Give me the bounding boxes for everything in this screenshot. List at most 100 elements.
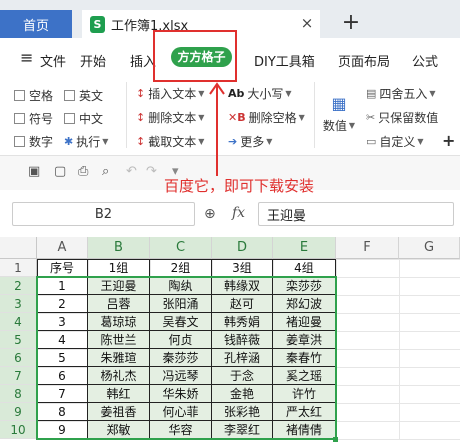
tab-home[interactable]: 首页 [0, 10, 72, 38]
row-header-10[interactable]: 10 [0, 421, 37, 439]
delete-space-icon: ✕B [228, 111, 246, 124]
fx-icon[interactable]: fx [232, 205, 245, 221]
checkbox-icon [64, 113, 75, 124]
execute-label: 执行 [76, 135, 101, 149]
checkbox-icon [14, 113, 25, 124]
formula-input[interactable]: 王迎曼 [258, 202, 454, 226]
checkbox-space[interactable]: 空格 [14, 87, 53, 104]
chevron-down-icon: ▼ [285, 89, 292, 98]
row-header-1[interactable]: 1 [0, 259, 37, 277]
spreadsheet-icon: S [90, 15, 105, 33]
column-header-e[interactable]: E [273, 237, 336, 259]
arrow-right-icon: ➔ [228, 135, 238, 148]
column-header-b[interactable]: B [88, 237, 150, 259]
more-button[interactable]: ➔ 更多 ▼ [228, 133, 272, 150]
checkbox-space-label: 空格 [29, 89, 54, 103]
checkbox-icon [14, 136, 25, 147]
case-button[interactable]: Ab 大小写 ▼ [228, 85, 292, 102]
new-tab-button[interactable]: + [340, 12, 362, 36]
chevron-down-icon: ▼ [198, 137, 205, 146]
divider [314, 82, 315, 148]
checkbox-symbol[interactable]: 符号 [14, 110, 53, 127]
row-header-4[interactable]: 4 [0, 313, 37, 331]
round-label: 四舍五入 [379, 87, 428, 101]
row-header-5[interactable]: 5 [0, 331, 37, 349]
round-button[interactable]: ▤ 四舍五入 ▼ [366, 85, 436, 102]
selection-border [36, 276, 337, 440]
chevron-down-icon: ▼ [348, 121, 356, 130]
checkbox-chinese[interactable]: 中文 [64, 110, 103, 127]
menu-formula[interactable]: 公式 [412, 51, 438, 70]
column-header-a[interactable]: A [37, 237, 88, 259]
gridline [399, 259, 400, 439]
close-icon[interactable]: × [298, 14, 316, 32]
formula-bar: B2 ⊕ fx 王迎曼 [0, 196, 460, 232]
save-icon[interactable]: ▣ [28, 164, 40, 179]
keep-value-button[interactable]: ✂ 只保留数值 [366, 109, 438, 126]
chevron-down-icon: ▼ [198, 113, 205, 122]
undo-icon[interactable]: ↶ [126, 164, 137, 179]
hamburger-icon[interactable]: ≡ [20, 48, 33, 67]
row-header-8[interactable]: 8 [0, 385, 37, 403]
checkbox-chinese-label: 中文 [79, 112, 104, 126]
numeric-button[interactable]: ▦ 数值 ▼ [322, 84, 356, 144]
delete-text-label: 删除文本 [148, 111, 197, 125]
name-box[interactable]: B2 [12, 202, 195, 226]
table-header-cell[interactable]: 3组 [212, 259, 273, 277]
delete-space-button[interactable]: ✕B 删除空格 ▼ [228, 109, 305, 126]
menu-page-layout[interactable]: 页面布局 [338, 51, 390, 70]
column-header-f[interactable]: F [336, 237, 399, 259]
zoom-icon[interactable]: ⊕ [204, 206, 216, 222]
annotation-text: 百度它，即可下载安装 [164, 177, 315, 195]
menu-diy-toolbox[interactable]: DIY工具箱 [254, 51, 315, 70]
highlight-box [153, 30, 237, 82]
checkbox-icon [14, 90, 25, 101]
table-header-cell[interactable]: 4组 [273, 259, 336, 277]
column-header-c[interactable]: C [150, 237, 212, 259]
column-header-g[interactable]: G [399, 237, 460, 259]
print-preview-icon[interactable]: ⌕ [102, 164, 109, 179]
extract-text-icon: ↕ [136, 135, 146, 148]
checkbox-english[interactable]: 英文 [64, 87, 103, 104]
add-icon[interactable]: + [442, 131, 455, 150]
column-header-d[interactable]: D [212, 237, 273, 259]
table-header-cell[interactable]: 序号 [37, 259, 88, 277]
print-icon[interactable]: ⎙ [78, 164, 88, 179]
insert-text-label: 插入文本 [148, 87, 197, 101]
chevron-down-icon: ▼ [429, 89, 436, 98]
keep-value-icon: ✂ [366, 111, 376, 124]
table-header-cell[interactable]: 1组 [88, 259, 150, 277]
menu-start[interactable]: 开始 [80, 51, 106, 70]
open-icon[interactable]: ▢ [54, 164, 66, 179]
custom-label: 自定义 [379, 135, 416, 149]
checkbox-number[interactable]: 数字 [14, 133, 53, 150]
row-header-9[interactable]: 9 [0, 403, 37, 421]
checkbox-symbol-label: 符号 [29, 112, 54, 126]
select-all-corner[interactable] [0, 237, 37, 259]
fill-handle[interactable] [333, 437, 338, 442]
redo-icon[interactable]: ↷ [146, 164, 157, 179]
chevron-down-icon: ▼ [198, 89, 205, 98]
numeric-icon: ▦ [331, 94, 347, 113]
extract-text-button[interactable]: ↕ 截取文本 ▼ [136, 133, 204, 150]
row-header-6[interactable]: 6 [0, 349, 37, 367]
chevron-down-icon: ▼ [298, 113, 305, 122]
row-header-2[interactable]: 2 [0, 277, 37, 295]
chevron-down-icon: ▼ [102, 137, 109, 146]
execute-icon: ✱ [64, 135, 74, 148]
insert-text-button[interactable]: ↕ 插入文本 ▼ [136, 85, 204, 102]
checkbox-icon [64, 90, 75, 101]
table-header-cell[interactable]: 2组 [150, 259, 212, 277]
custom-button[interactable]: ▭ 自定义 ▼ [366, 133, 424, 150]
insert-text-icon: ↕ [136, 87, 146, 100]
round-icon: ▤ [366, 87, 377, 100]
case-icon: Ab [228, 87, 245, 100]
delete-text-button[interactable]: ↕ 删除文本 ▼ [136, 109, 204, 126]
execute-button[interactable]: ✱ 执行 ▼ [64, 133, 108, 150]
chevron-down-icon: ▼ [266, 137, 273, 146]
row-header-3[interactable]: 3 [0, 295, 37, 313]
row-header-7[interactable]: 7 [0, 367, 37, 385]
chevron-down-icon: ▼ [417, 137, 424, 146]
more-label: 更多 [240, 135, 265, 149]
menu-file[interactable]: 文件 [40, 51, 66, 70]
